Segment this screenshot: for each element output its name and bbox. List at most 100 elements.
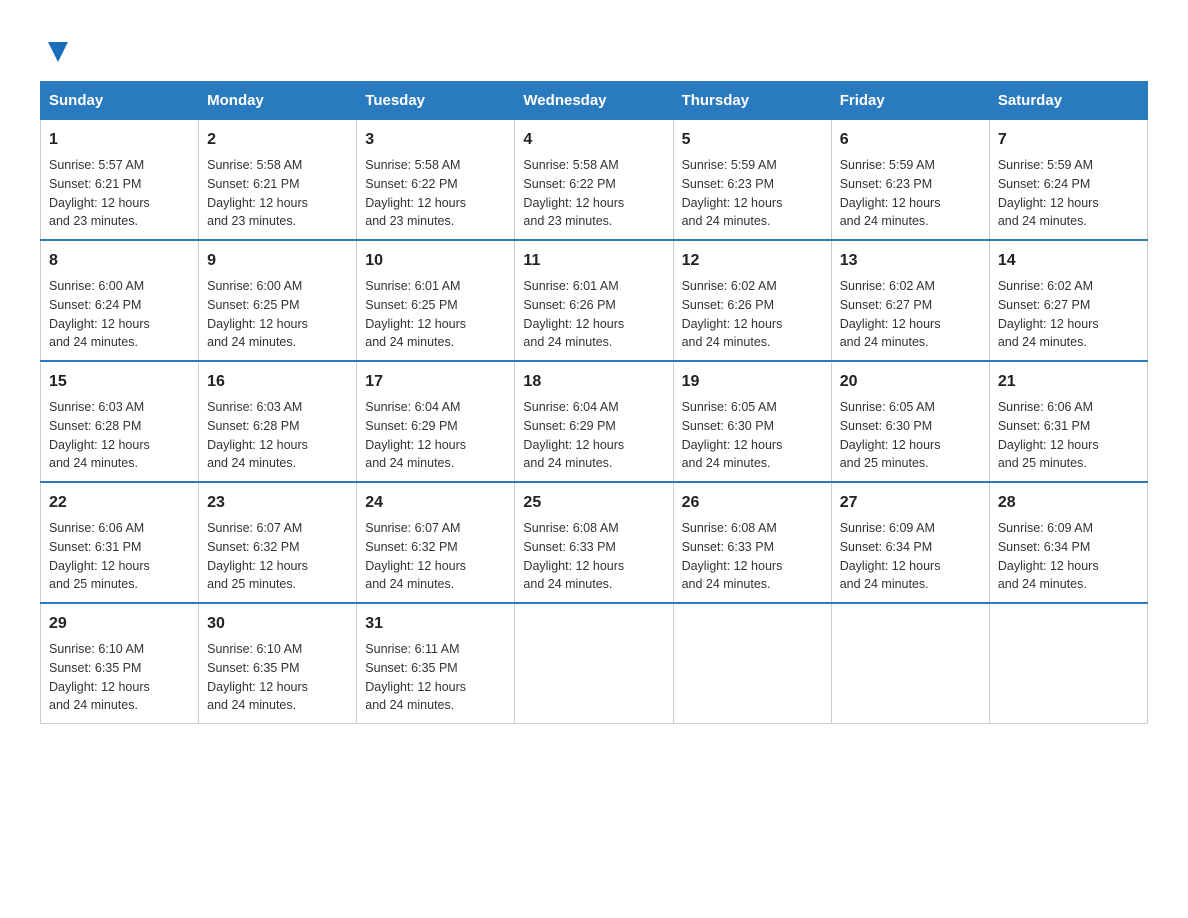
sunset-label: Sunset: 6:35 PM (207, 661, 299, 675)
daylight-label: Daylight: 12 hoursand 24 minutes. (49, 438, 150, 471)
sunset-label: Sunset: 6:32 PM (207, 540, 299, 554)
sunset-label: Sunset: 6:25 PM (207, 298, 299, 312)
sunset-label: Sunset: 6:24 PM (998, 177, 1090, 191)
daylight-label: Daylight: 12 hoursand 24 minutes. (682, 559, 783, 592)
sunrise-label: Sunrise: 5:57 AM (49, 158, 144, 172)
calendar-day-cell: 28 Sunrise: 6:09 AM Sunset: 6:34 PM Dayl… (989, 482, 1147, 603)
daylight-label: Daylight: 12 hoursand 25 minutes. (998, 438, 1099, 471)
sunset-label: Sunset: 6:35 PM (49, 661, 141, 675)
sunrise-label: Sunrise: 6:07 AM (207, 521, 302, 535)
daylight-label: Daylight: 12 hoursand 24 minutes. (365, 317, 466, 350)
day-number: 15 (49, 370, 190, 394)
daylight-label: Daylight: 12 hoursand 24 minutes. (682, 317, 783, 350)
daylight-label: Daylight: 12 hoursand 24 minutes. (840, 317, 941, 350)
sunrise-label: Sunrise: 6:03 AM (207, 400, 302, 414)
day-number: 28 (998, 491, 1139, 515)
sunrise-label: Sunrise: 6:09 AM (840, 521, 935, 535)
sunrise-label: Sunrise: 5:59 AM (682, 158, 777, 172)
calendar-day-cell: 24 Sunrise: 6:07 AM Sunset: 6:32 PM Dayl… (357, 482, 515, 603)
day-number: 16 (207, 370, 348, 394)
sunset-label: Sunset: 6:24 PM (49, 298, 141, 312)
calendar-week-row: 15 Sunrise: 6:03 AM Sunset: 6:28 PM Dayl… (41, 361, 1148, 482)
day-number: 1 (49, 128, 190, 152)
daylight-label: Daylight: 12 hoursand 24 minutes. (523, 559, 624, 592)
sunrise-label: Sunrise: 6:10 AM (207, 642, 302, 656)
sunrise-label: Sunrise: 6:02 AM (840, 279, 935, 293)
sunset-label: Sunset: 6:26 PM (523, 298, 615, 312)
calendar-day-cell: 3 Sunrise: 5:58 AM Sunset: 6:22 PM Dayli… (357, 120, 515, 241)
sunset-label: Sunset: 6:31 PM (49, 540, 141, 554)
sunrise-label: Sunrise: 6:04 AM (523, 400, 618, 414)
sunrise-label: Sunrise: 6:11 AM (365, 642, 459, 656)
day-number: 10 (365, 249, 506, 273)
sunrise-label: Sunrise: 6:06 AM (998, 400, 1093, 414)
sunrise-label: Sunrise: 6:07 AM (365, 521, 460, 535)
calendar-day-cell: 13 Sunrise: 6:02 AM Sunset: 6:27 PM Dayl… (831, 240, 989, 361)
calendar-day-cell (831, 603, 989, 724)
sunset-label: Sunset: 6:33 PM (523, 540, 615, 554)
daylight-label: Daylight: 12 hoursand 24 minutes. (365, 680, 466, 713)
sunrise-label: Sunrise: 5:58 AM (207, 158, 302, 172)
calendar-day-cell: 4 Sunrise: 5:58 AM Sunset: 6:22 PM Dayli… (515, 120, 673, 241)
calendar-day-cell: 29 Sunrise: 6:10 AM Sunset: 6:35 PM Dayl… (41, 603, 199, 724)
day-number: 30 (207, 612, 348, 636)
calendar-day-cell: 10 Sunrise: 6:01 AM Sunset: 6:25 PM Dayl… (357, 240, 515, 361)
day-number: 12 (682, 249, 823, 273)
day-number: 13 (840, 249, 981, 273)
sunrise-label: Sunrise: 6:05 AM (840, 400, 935, 414)
daylight-label: Daylight: 12 hoursand 24 minutes. (998, 317, 1099, 350)
calendar-header-row: SundayMondayTuesdayWednesdayThursdayFrid… (41, 82, 1148, 120)
calendar-day-cell: 27 Sunrise: 6:09 AM Sunset: 6:34 PM Dayl… (831, 482, 989, 603)
calendar-day-cell: 23 Sunrise: 6:07 AM Sunset: 6:32 PM Dayl… (199, 482, 357, 603)
sunrise-label: Sunrise: 6:08 AM (682, 521, 777, 535)
day-number: 14 (998, 249, 1139, 273)
sunset-label: Sunset: 6:27 PM (840, 298, 932, 312)
sunset-label: Sunset: 6:29 PM (365, 419, 457, 433)
sunset-label: Sunset: 6:31 PM (998, 419, 1090, 433)
sunset-label: Sunset: 6:22 PM (523, 177, 615, 191)
daylight-label: Daylight: 12 hoursand 24 minutes. (365, 438, 466, 471)
sunrise-label: Sunrise: 6:01 AM (523, 279, 618, 293)
sunset-label: Sunset: 6:26 PM (682, 298, 774, 312)
calendar-table: SundayMondayTuesdayWednesdayThursdayFrid… (40, 81, 1148, 724)
day-number: 3 (365, 128, 506, 152)
daylight-label: Daylight: 12 hoursand 24 minutes. (365, 559, 466, 592)
daylight-label: Daylight: 12 hoursand 23 minutes. (523, 196, 624, 229)
day-number: 11 (523, 249, 664, 273)
day-of-week-header: Thursday (673, 82, 831, 120)
daylight-label: Daylight: 12 hoursand 24 minutes. (840, 196, 941, 229)
calendar-day-cell: 21 Sunrise: 6:06 AM Sunset: 6:31 PM Dayl… (989, 361, 1147, 482)
day-number: 26 (682, 491, 823, 515)
sunrise-label: Sunrise: 6:09 AM (998, 521, 1093, 535)
daylight-label: Daylight: 12 hoursand 24 minutes. (840, 559, 941, 592)
daylight-label: Daylight: 12 hoursand 25 minutes. (49, 559, 150, 592)
sunrise-label: Sunrise: 6:03 AM (49, 400, 144, 414)
day-number: 29 (49, 612, 190, 636)
daylight-label: Daylight: 12 hoursand 24 minutes. (682, 196, 783, 229)
daylight-label: Daylight: 12 hoursand 24 minutes. (523, 317, 624, 350)
day-number: 22 (49, 491, 190, 515)
day-number: 23 (207, 491, 348, 515)
sunrise-label: Sunrise: 6:00 AM (49, 279, 144, 293)
sunset-label: Sunset: 6:35 PM (365, 661, 457, 675)
sunrise-label: Sunrise: 6:08 AM (523, 521, 618, 535)
calendar-day-cell: 5 Sunrise: 5:59 AM Sunset: 6:23 PM Dayli… (673, 120, 831, 241)
calendar-day-cell: 12 Sunrise: 6:02 AM Sunset: 6:26 PM Dayl… (673, 240, 831, 361)
sunrise-label: Sunrise: 6:01 AM (365, 279, 460, 293)
sunset-label: Sunset: 6:25 PM (365, 298, 457, 312)
day-of-week-header: Saturday (989, 82, 1147, 120)
logo (40, 30, 72, 61)
daylight-label: Daylight: 12 hoursand 23 minutes. (207, 196, 308, 229)
calendar-day-cell: 2 Sunrise: 5:58 AM Sunset: 6:21 PM Dayli… (199, 120, 357, 241)
daylight-label: Daylight: 12 hoursand 24 minutes. (207, 317, 308, 350)
day-of-week-header: Wednesday (515, 82, 673, 120)
sunset-label: Sunset: 6:34 PM (840, 540, 932, 554)
calendar-day-cell: 26 Sunrise: 6:08 AM Sunset: 6:33 PM Dayl… (673, 482, 831, 603)
daylight-label: Daylight: 12 hoursand 23 minutes. (365, 196, 466, 229)
sunrise-label: Sunrise: 5:59 AM (840, 158, 935, 172)
day-number: 8 (49, 249, 190, 273)
calendar-day-cell: 30 Sunrise: 6:10 AM Sunset: 6:35 PM Dayl… (199, 603, 357, 724)
calendar-week-row: 8 Sunrise: 6:00 AM Sunset: 6:24 PM Dayli… (41, 240, 1148, 361)
sunrise-label: Sunrise: 6:04 AM (365, 400, 460, 414)
calendar-day-cell: 20 Sunrise: 6:05 AM Sunset: 6:30 PM Dayl… (831, 361, 989, 482)
